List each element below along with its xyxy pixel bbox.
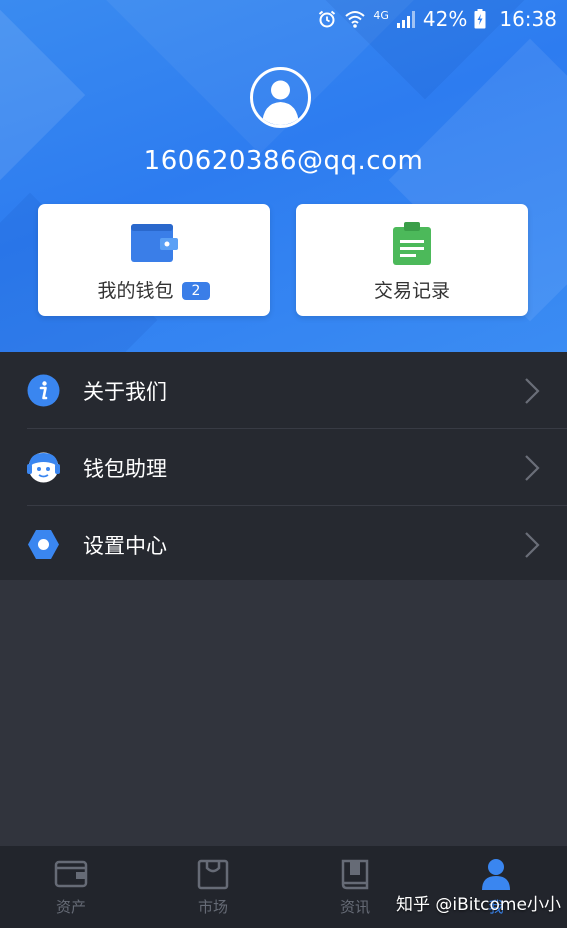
wallet-tab-icon — [54, 858, 88, 892]
transaction-records-label: 交易记录 — [373, 280, 450, 302]
bottom-tab-bar: 资产 市场 资讯 我 — [0, 846, 567, 928]
person-icon — [481, 858, 511, 894]
transaction-records-card[interactable]: 交易记录 — [296, 204, 528, 316]
watermark: 知乎 @iBitcome小小 — [396, 895, 561, 915]
tab-label: 市场 — [197, 898, 228, 916]
tab-assets[interactable]: 资产 — [0, 846, 142, 928]
menu-item-about-us[interactable]: 关于我们 — [0, 352, 567, 428]
my-wallet-label: 我的钱包 — [97, 280, 174, 302]
tab-news[interactable]: 资讯 — [284, 846, 426, 928]
tab-label: 资产 — [55, 898, 86, 916]
shopping-bag-icon — [197, 858, 229, 894]
menu-item-wallet-assistant[interactable]: 钱包助理 — [0, 429, 567, 505]
tab-me[interactable]: 我 — [425, 846, 567, 928]
book-icon — [340, 858, 370, 894]
chevron-right-icon — [525, 532, 540, 558]
network-type: 4G — [373, 8, 389, 22]
signal-icon — [396, 11, 415, 28]
menu-label: 设置中心 — [83, 534, 167, 558]
empty-content-area — [0, 580, 567, 846]
clock: 16:38 — [499, 7, 557, 31]
tab-market[interactable]: 市场 — [142, 846, 284, 928]
menu-label: 钱包助理 — [83, 457, 167, 481]
user-avatar-icon[interactable] — [250, 67, 311, 128]
battery-percent: 42% — [422, 7, 468, 31]
clipboard-icon — [392, 222, 432, 270]
alarm-icon — [319, 10, 336, 28]
info-icon — [27, 374, 60, 407]
assistant-icon — [27, 451, 60, 484]
menu-item-settings[interactable]: 设置中心 — [0, 506, 567, 582]
menu-label: 关于我们 — [83, 380, 167, 404]
wifi-icon — [345, 11, 366, 28]
chevron-right-icon — [525, 455, 540, 481]
battery-icon — [474, 9, 486, 29]
wallet-icon — [130, 222, 178, 268]
my-wallet-card[interactable]: 我的钱包 2 — [38, 204, 270, 316]
chevron-right-icon — [525, 378, 540, 404]
status-bar: 4G 42% 16:38 — [0, 0, 567, 36]
user-email: 160620386@qq.com — [143, 146, 424, 176]
settings-menu: 关于我们 钱包助理 设置中心 — [0, 352, 567, 580]
settings-icon — [27, 528, 60, 561]
wallet-count-badge: 2 — [181, 282, 211, 300]
profile-header: 4G 42% 16:38 160620386@qq.com 我的钱包 2 交易记… — [0, 0, 567, 352]
